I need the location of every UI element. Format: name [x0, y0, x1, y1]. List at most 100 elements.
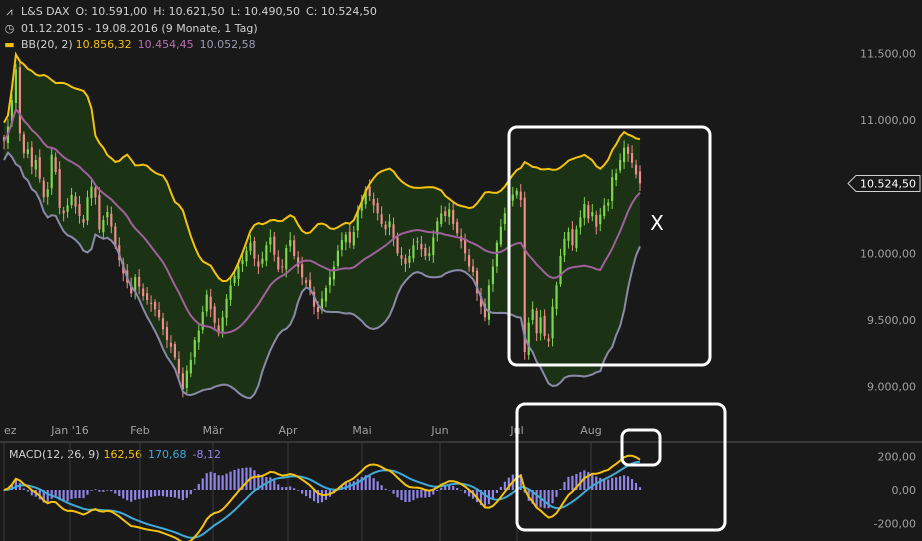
- macd-histogram-bar: [376, 481, 379, 490]
- candle-body: [396, 237, 399, 254]
- candle-body: [626, 146, 630, 154]
- macd-histogram-bar: [404, 490, 407, 503]
- macd-histogram-bar: [114, 490, 117, 494]
- macd-histogram-bar: [130, 490, 133, 502]
- candle-body: [332, 266, 336, 280]
- macd-histogram-bar: [297, 490, 300, 491]
- macd-histogram-bar: [78, 490, 81, 499]
- macd-histogram-bar: [630, 479, 634, 490]
- macd-histogram-bar: [142, 490, 145, 499]
- month-tick-label: Mai: [352, 424, 371, 437]
- candle-body: [444, 211, 447, 216]
- candle-body: [567, 232, 570, 241]
- candle-body: [70, 194, 73, 206]
- candle-body: [619, 160, 622, 171]
- price-tick-label: 11.000,00: [860, 114, 916, 127]
- macd-histogram-bar: [181, 490, 184, 501]
- candle-body: [424, 247, 427, 256]
- macd-histogram-bar: [388, 490, 391, 491]
- candle-body: [432, 237, 435, 256]
- macd-histogram-bar: [197, 483, 200, 490]
- candle-body: [420, 243, 423, 250]
- candle-body: [253, 240, 256, 259]
- macd-histogram-bar: [237, 468, 240, 490]
- price-tick-label: 9.000,00: [867, 381, 916, 394]
- candle-body: [336, 250, 339, 267]
- candle-body: [153, 301, 157, 310]
- month-tick-label: Feb: [130, 424, 149, 437]
- macd-histogram-bar: [611, 477, 614, 490]
- macd-histogram-bar: [293, 488, 296, 490]
- macd-histogram-bar: [289, 486, 292, 490]
- macd-histogram-bar: [189, 490, 192, 495]
- macd-histogram-bar: [499, 486, 502, 490]
- macd-histogram-bar: [285, 487, 288, 490]
- macd-histogram-bar: [392, 490, 395, 494]
- candle-body: [416, 241, 419, 243]
- candle-body: [511, 194, 514, 201]
- candle-body: [42, 180, 45, 198]
- candle-body: [245, 250, 248, 262]
- candle-body: [14, 69, 18, 103]
- candle-body: [225, 298, 228, 318]
- candle-body: [428, 253, 431, 256]
- candle-body: [233, 276, 236, 283]
- macd-histogram-bar: [205, 473, 208, 490]
- macd-histogram-bar: [626, 476, 630, 490]
- candle-body: [138, 276, 141, 287]
- macd-histogram-bar: [217, 475, 220, 490]
- macd-histogram-bar: [543, 490, 546, 509]
- macd-histogram-bar: [213, 472, 216, 490]
- candle-body: [456, 221, 459, 234]
- candle-body: [623, 147, 626, 163]
- candle-body: [205, 294, 208, 312]
- macd-histogram-bar: [22, 488, 25, 490]
- candle-body: [237, 266, 240, 279]
- candle-body: [543, 315, 546, 336]
- macd-histogram-bar: [253, 470, 256, 490]
- candle-body: [30, 147, 33, 167]
- candle-body: [197, 330, 200, 343]
- candle-body: [579, 217, 582, 228]
- candle-body: [599, 214, 602, 225]
- chart-canvas[interactable]: 11.500,0011.000,0010.500,0010.000,009.50…: [0, 0, 922, 541]
- candle-body: [301, 264, 304, 278]
- macd-histogram-bar: [436, 490, 439, 491]
- macd-histogram-bar: [90, 490, 93, 491]
- candle-body: [448, 209, 451, 217]
- macd-histogram-bar: [440, 487, 443, 490]
- candle-body: [587, 205, 590, 219]
- macd-histogram-bar: [46, 490, 49, 504]
- macd-histogram-bar: [356, 478, 359, 490]
- macd-histogram-bar: [70, 490, 73, 499]
- macd-histogram-bar: [161, 490, 165, 497]
- candle-body: [519, 191, 522, 200]
- candle-body: [22, 134, 25, 154]
- macd-histogram-bar: [229, 471, 232, 490]
- macd-histogram-bar: [368, 475, 371, 490]
- macd-histogram-bar: [26, 490, 29, 492]
- candle-body: [58, 169, 61, 208]
- macd-histogram-bar: [412, 490, 415, 501]
- macd-histogram-bar: [400, 490, 403, 501]
- macd-histogram-bar: [225, 473, 228, 490]
- macd-histogram-bar: [153, 490, 157, 497]
- candle-body: [261, 258, 264, 264]
- candle-body: [265, 245, 268, 261]
- macd-histogram-bar: [599, 477, 602, 490]
- candle-body: [348, 231, 351, 243]
- macd-histogram-bar: [567, 476, 570, 490]
- candle-body: [241, 260, 244, 265]
- macd-histogram-bar: [233, 469, 236, 490]
- macd-histogram-bar: [380, 485, 383, 490]
- macd-histogram-bar: [277, 484, 280, 490]
- candle-body: [408, 256, 411, 263]
- candle-body: [515, 190, 518, 196]
- month-tick-label: Jun: [430, 424, 448, 437]
- macd-histogram-bar: [177, 490, 180, 499]
- candle-body: [285, 248, 288, 270]
- month-tick-label: ez: [4, 424, 17, 437]
- candle-body: [34, 160, 37, 170]
- candle-body: [380, 214, 383, 224]
- macd-histogram-bar: [185, 490, 188, 498]
